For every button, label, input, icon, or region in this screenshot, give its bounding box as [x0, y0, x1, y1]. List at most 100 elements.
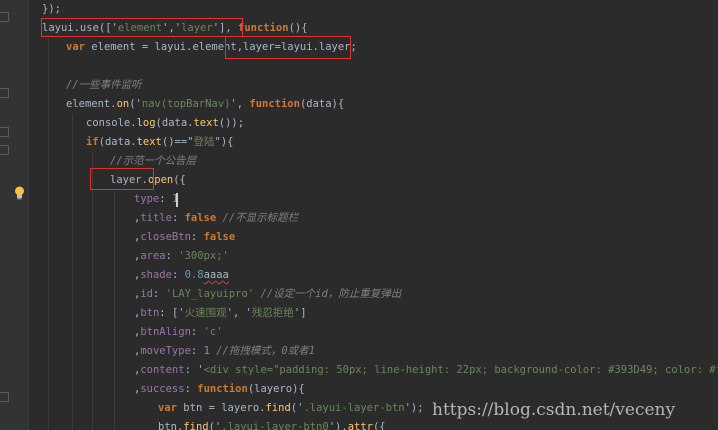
code-token: "){: [214, 136, 234, 148]
code-token: :: [159, 193, 172, 205]
code-editor[interactable]: }); layui.use(['element','layer'], functi…: [0, 0, 718, 430]
code-token: function: [249, 98, 300, 110]
code-line[interactable]: ,title: false //不显示标题栏: [134, 209, 298, 228]
code-line[interactable]: var btn = layero.find('.layui-layer-btn'…: [158, 399, 424, 418]
code-token: false: [184, 212, 217, 224]
code-token: closeBtn: [140, 231, 191, 243]
fold-marker-icon[interactable]: [0, 12, 9, 22]
code-token: text: [193, 117, 219, 129]
annotation-box-layer-open: [90, 168, 154, 190]
code-line[interactable]: type: 1: [134, 190, 178, 209]
code-token: //示范一个公告层: [110, 155, 197, 167]
code-line[interactable]: ,shade: 0.8aaaa: [134, 266, 229, 285]
editor-gutter[interactable]: [0, 0, 29, 430]
code-token: 0.8: [184, 269, 204, 281]
code-token: aaaa: [203, 269, 229, 281]
code-token: attr: [347, 421, 373, 430]
code-token: ()==": [161, 136, 194, 148]
code-line[interactable]: ,btnAlign: 'c': [134, 323, 223, 342]
code-token: (data.: [98, 136, 137, 148]
code-token: find: [265, 402, 291, 414]
code-token: 火速围观: [184, 307, 227, 319]
code-token: 登陆: [193, 136, 215, 148]
code-token: btn = layero.: [183, 402, 266, 414]
code-token: ',: [230, 98, 250, 110]
code-token: <div style="padding: 50px; line-height: …: [203, 364, 718, 376]
code-line[interactable]: element.on('nav(topBarNav)', function(da…: [66, 95, 344, 114]
code-token: :: [165, 250, 179, 262]
annotation-box-layui-use: [41, 18, 243, 37]
code-token: (data){: [299, 98, 345, 110]
code-token: element.: [66, 98, 117, 110]
code-line[interactable]: console.log(data.text());: [86, 114, 244, 133]
lightbulb-icon[interactable]: [14, 186, 25, 200]
code-token: (layero){: [247, 383, 305, 395]
code-token: content: [140, 364, 185, 376]
code-token: btnAlign: [140, 326, 191, 338]
code-line[interactable]: ,content: '<div style="padding: 50px; li…: [134, 361, 718, 380]
code-token: (': [129, 98, 142, 110]
code-token: ());: [218, 117, 245, 129]
code-token: (data.: [155, 117, 194, 129]
code-token: :: [184, 383, 198, 395]
code-line[interactable]: ,id: 'LAY_layuipro' //设定一个id，防止重复弹出: [134, 285, 401, 304]
code-token: var: [66, 41, 92, 53]
code-token: :: [171, 212, 185, 224]
code-line[interactable]: ,area: '300px;': [134, 247, 229, 266]
code-token: ');: [404, 402, 424, 414]
code-line[interactable]: btn.find('.layui-layer-btn0').attr({: [158, 418, 386, 430]
code-token: id: [140, 288, 153, 300]
fold-marker-icon[interactable]: [0, 392, 9, 402]
code-token: ').: [328, 421, 348, 430]
code-token: //设定一个id，防止重复弹出: [254, 288, 402, 300]
code-token: : ': [184, 364, 204, 376]
code-line[interactable]: ,success: function(layero){: [134, 380, 305, 399]
code-line[interactable]: if(data.text()=="登陆"){: [86, 133, 233, 152]
code-token: //一些事件监听: [66, 79, 142, 91]
code-token: :: [190, 231, 204, 243]
code-token: find: [183, 421, 209, 430]
fold-marker-icon[interactable]: [0, 127, 9, 137]
annotation-box-layer-var: [225, 36, 351, 59]
code-token: //不显示标题栏: [216, 212, 299, 224]
code-token: .layui-layer-btn: [303, 402, 405, 414]
code-line[interactable]: ,closeBtn: false: [134, 228, 235, 247]
code-token: type: [134, 193, 160, 205]
indent-guide: [72, 114, 73, 430]
code-token: 'LAY_layuipro': [165, 288, 255, 300]
fold-marker-icon[interactable]: [0, 88, 9, 98]
fold-marker-icon[interactable]: [0, 145, 9, 155]
code-line[interactable]: ,moveType: 1 //拖拽模式，0或者1: [134, 342, 315, 361]
code-token: .layui-layer-btn0: [221, 421, 329, 430]
code-token: ({: [372, 421, 386, 430]
code-token: :: [190, 326, 204, 338]
code-line[interactable]: ,btn: ['火速围观', '残忍拒绝']: [134, 304, 307, 323]
code-token: 'c': [203, 326, 223, 338]
code-line[interactable]: //一些事件监听: [66, 76, 142, 95]
code-token: //拖拽模式，0或者1: [209, 345, 315, 357]
code-token: moveType: [140, 345, 191, 357]
indent-guide: [48, 38, 49, 430]
code-token: ({: [173, 174, 186, 186]
code-token: 残忍拒绝: [251, 307, 294, 319]
code-token: : [': [159, 307, 185, 319]
watermark: https://blog.csdn.net/veceny: [432, 400, 676, 420]
code-token: area: [140, 250, 166, 262]
code-line[interactable]: });: [42, 0, 61, 19]
code-token: log: [136, 117, 156, 129]
code-token: false: [203, 231, 236, 243]
code-token: shade: [140, 269, 172, 281]
code-token: title: [140, 212, 172, 224]
code-token: console.: [86, 117, 137, 129]
code-token: btn: [140, 307, 160, 319]
code-token: '300px;': [178, 250, 229, 262]
code-token: success: [140, 383, 185, 395]
text-cursor: [176, 193, 178, 207]
code-token: :: [171, 269, 185, 281]
code-token: function: [238, 22, 289, 34]
code-token: on: [116, 98, 130, 110]
code-token: if: [86, 136, 99, 148]
indent-guide: [92, 152, 93, 430]
code-token: (){: [288, 22, 308, 34]
code-token: ', ': [226, 307, 252, 319]
